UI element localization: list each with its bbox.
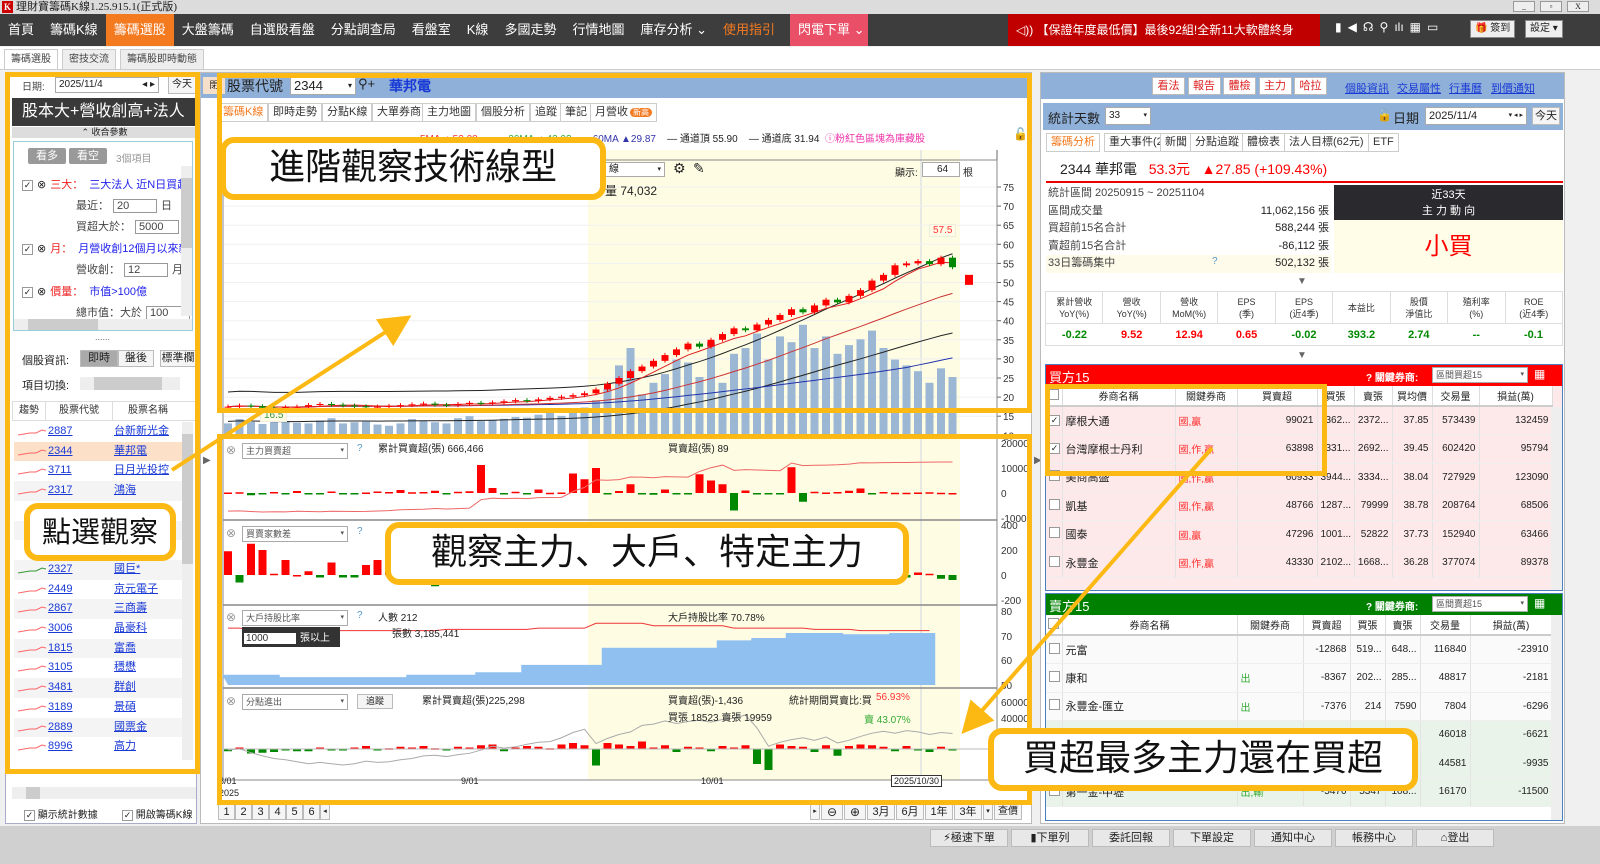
callout-top-buyers: 買超最多主力還在買超 <box>988 728 1418 791</box>
callout-main-force: 觀察主力、大戶、特定主力 <box>385 522 909 585</box>
arrow-to-branch-chart <box>961 446 1214 735</box>
arrow-to-chart <box>170 315 412 472</box>
callout-tech-lines: 進階觀察技術線型 <box>220 137 606 200</box>
callout-click-observe: 點選觀察 <box>24 503 176 561</box>
